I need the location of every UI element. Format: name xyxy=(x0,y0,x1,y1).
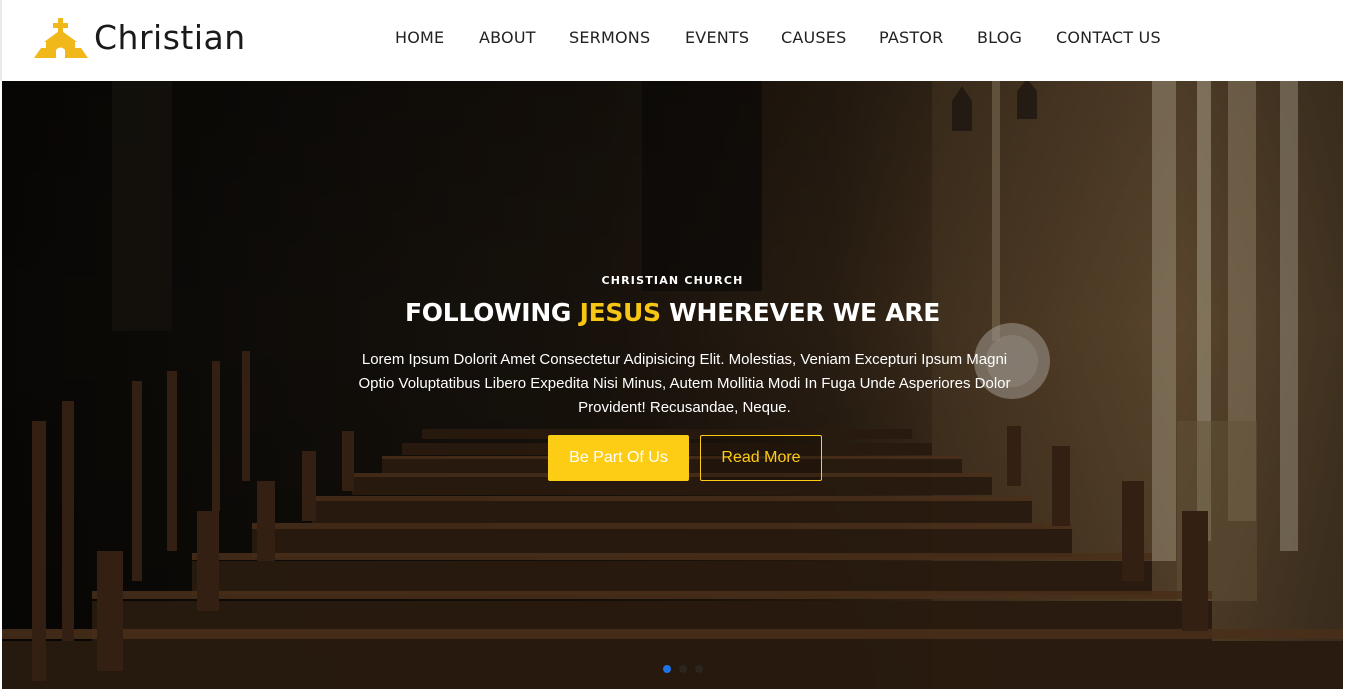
hero-content: CHRISTIAN CHURCH FOLLOWING JESUS WHEREVE… xyxy=(2,81,1343,689)
site-header: Christian HOME ABOUT SERMONS EVENTS CAUS… xyxy=(0,0,1345,81)
nav-sermons[interactable]: SERMONS xyxy=(569,26,650,50)
read-more-button[interactable]: Read More xyxy=(700,435,822,481)
slider-dot[interactable] xyxy=(663,665,671,673)
be-part-of-us-button[interactable]: Be Part Of Us xyxy=(548,435,689,481)
headline-text-before: FOLLOWING xyxy=(404,298,580,327)
headline-accent-word: JESUS xyxy=(579,298,662,327)
main-nav: HOME ABOUT SERMONS EVENTS CAUSES PASTOR … xyxy=(2,26,1345,50)
hero-headline: FOLLOWING JESUS WHEREVER WE ARE xyxy=(2,298,1343,327)
nav-about[interactable]: ABOUT xyxy=(479,26,536,50)
nav-events[interactable]: EVENTS xyxy=(685,26,749,50)
nav-blog[interactable]: BLOG xyxy=(977,26,1022,50)
hero-kicker: CHRISTIAN CHURCH xyxy=(601,274,744,287)
slider-dots xyxy=(663,665,703,673)
hero-slider: CHRISTIAN CHURCH FOLLOWING JESUS WHEREVE… xyxy=(2,81,1343,689)
nav-pastor[interactable]: PASTOR xyxy=(879,26,943,50)
slider-dot[interactable] xyxy=(695,665,703,673)
slider-dot[interactable] xyxy=(679,665,687,673)
nav-contact-us[interactable]: CONTACT US xyxy=(1056,26,1161,50)
nav-home[interactable]: HOME xyxy=(395,26,444,50)
hero-description: Lorem Ipsum Dolorit Amet Consectetur Adi… xyxy=(358,351,1011,416)
headline-text-after: WHEREVER WE ARE xyxy=(660,298,940,327)
nav-causes[interactable]: CAUSES xyxy=(781,26,846,50)
